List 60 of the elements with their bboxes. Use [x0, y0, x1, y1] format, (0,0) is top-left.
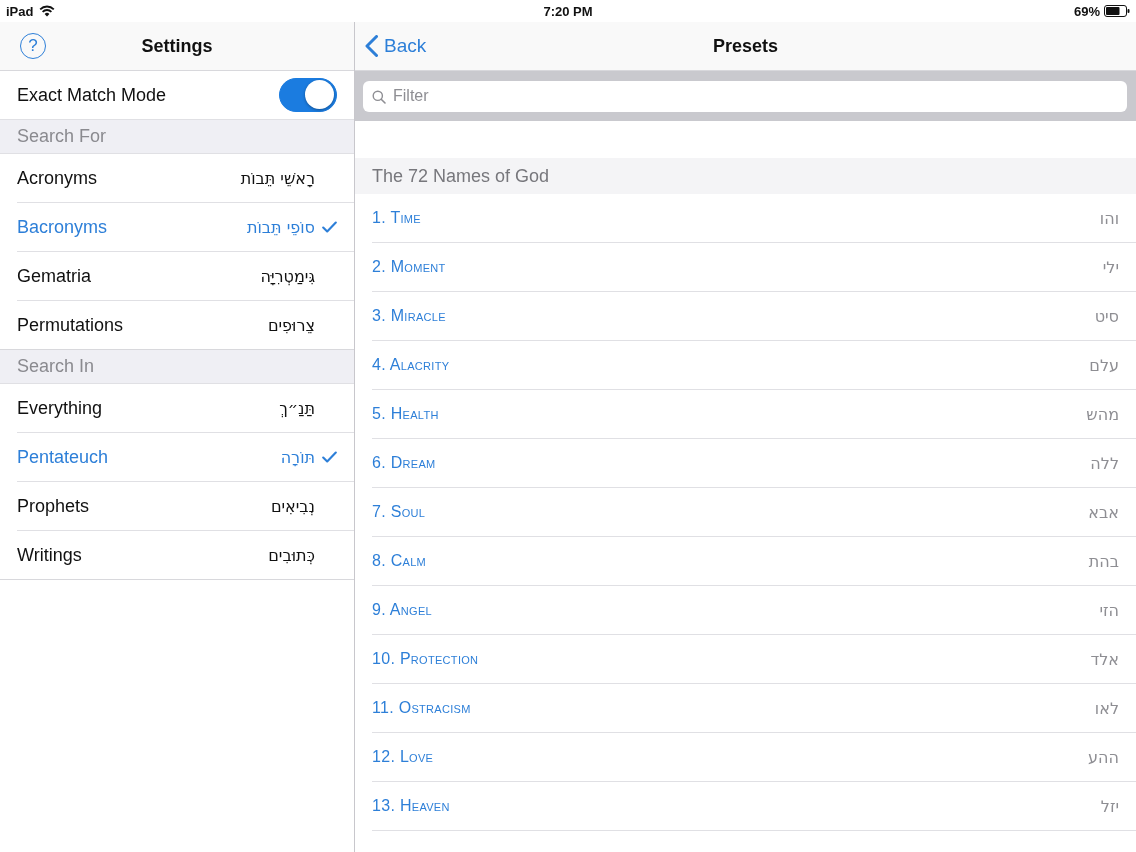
- option-label: Everything: [17, 397, 104, 419]
- hebrew-label: גִּימַטְרִיָּה: [260, 266, 315, 286]
- preset-name: 8. Calm: [372, 552, 427, 570]
- back-button[interactable]: Back: [363, 33, 429, 59]
- toggle-switch[interactable]: [279, 78, 337, 112]
- option-label: Permutations: [17, 314, 125, 336]
- option-label: Writings: [17, 544, 83, 566]
- hebrew-label: תַּנַ״ךְ: [279, 398, 315, 418]
- section-header: The 72 Names of God: [355, 158, 1136, 194]
- preset-name: 7. Soul: [372, 503, 426, 521]
- check-icon: [322, 451, 337, 463]
- hebrew-name: אבא: [1088, 502, 1119, 522]
- option-label: Acronyms: [17, 167, 98, 189]
- option-label: Gematria: [17, 265, 93, 287]
- option-label: Prophets: [17, 495, 91, 517]
- hebrew-label: רָאשֵׁי תֵּבוֹת: [240, 168, 315, 188]
- filter-field[interactable]: Filter: [363, 80, 1127, 112]
- preset-name: 13. Heaven: [372, 797, 450, 815]
- navigation-title: Presets: [712, 35, 779, 57]
- hebrew-label: כְּתוּבִים: [268, 545, 315, 565]
- setting-label: Exact Match Mode: [17, 84, 167, 106]
- wifi-icon: [39, 5, 56, 17]
- preset-name: 12. Love: [372, 748, 434, 766]
- hebrew-name: מהש: [1086, 404, 1119, 424]
- preset-name: 1. Time: [372, 209, 421, 227]
- device-name: iPad: [6, 3, 34, 19]
- preset-name: 9. Angel: [372, 601, 432, 619]
- hebrew-label: תּוֹרָה: [280, 447, 315, 467]
- hebrew-name: עלם: [1089, 355, 1119, 375]
- section-header: Search For: [0, 120, 354, 153]
- preset-name: 4. Alacrity: [372, 356, 450, 374]
- preset-name: 11. Ostracism: [372, 699, 471, 717]
- hebrew-name: ההע: [1088, 747, 1119, 767]
- chevron-left-icon: [365, 35, 378, 57]
- hebrew-name: יזל: [1100, 796, 1119, 816]
- preset-name: 10. Protection: [372, 650, 479, 668]
- hebrew-name: הזי: [1099, 600, 1119, 620]
- hebrew-name: לאו: [1094, 698, 1119, 718]
- hebrew-name: בהת: [1088, 551, 1119, 571]
- hebrew-name: ללה: [1090, 453, 1119, 473]
- preset-name: 2. Moment: [372, 258, 446, 276]
- preset-name: 3. Miracle: [372, 307, 446, 325]
- hebrew-name: ילי: [1102, 257, 1119, 277]
- option-label: Pentateuch: [17, 446, 110, 468]
- check-icon: [322, 221, 337, 233]
- option-label: Bacronyms: [17, 216, 109, 238]
- preset-name: 5. Health: [372, 405, 439, 423]
- hebrew-name: אלד: [1090, 649, 1119, 669]
- search-icon: [372, 89, 386, 104]
- clock-time: 7:20 PM: [543, 3, 593, 19]
- hebrew-name: סיט: [1094, 306, 1119, 326]
- battery-icon: [1104, 5, 1130, 17]
- hebrew-label: סוֹפֵי תֵּבוֹת: [246, 217, 315, 237]
- hebrew-label: נְבִיאִים: [270, 496, 315, 516]
- navigation-title: Settings: [141, 35, 213, 57]
- preset-name: 6. Dream: [372, 454, 436, 472]
- section-header: Search In: [0, 350, 354, 383]
- hebrew-label: צֵרוּפִים: [267, 315, 315, 335]
- hebrew-name: והו: [1099, 208, 1119, 228]
- battery-percent: 69%: [1073, 3, 1100, 19]
